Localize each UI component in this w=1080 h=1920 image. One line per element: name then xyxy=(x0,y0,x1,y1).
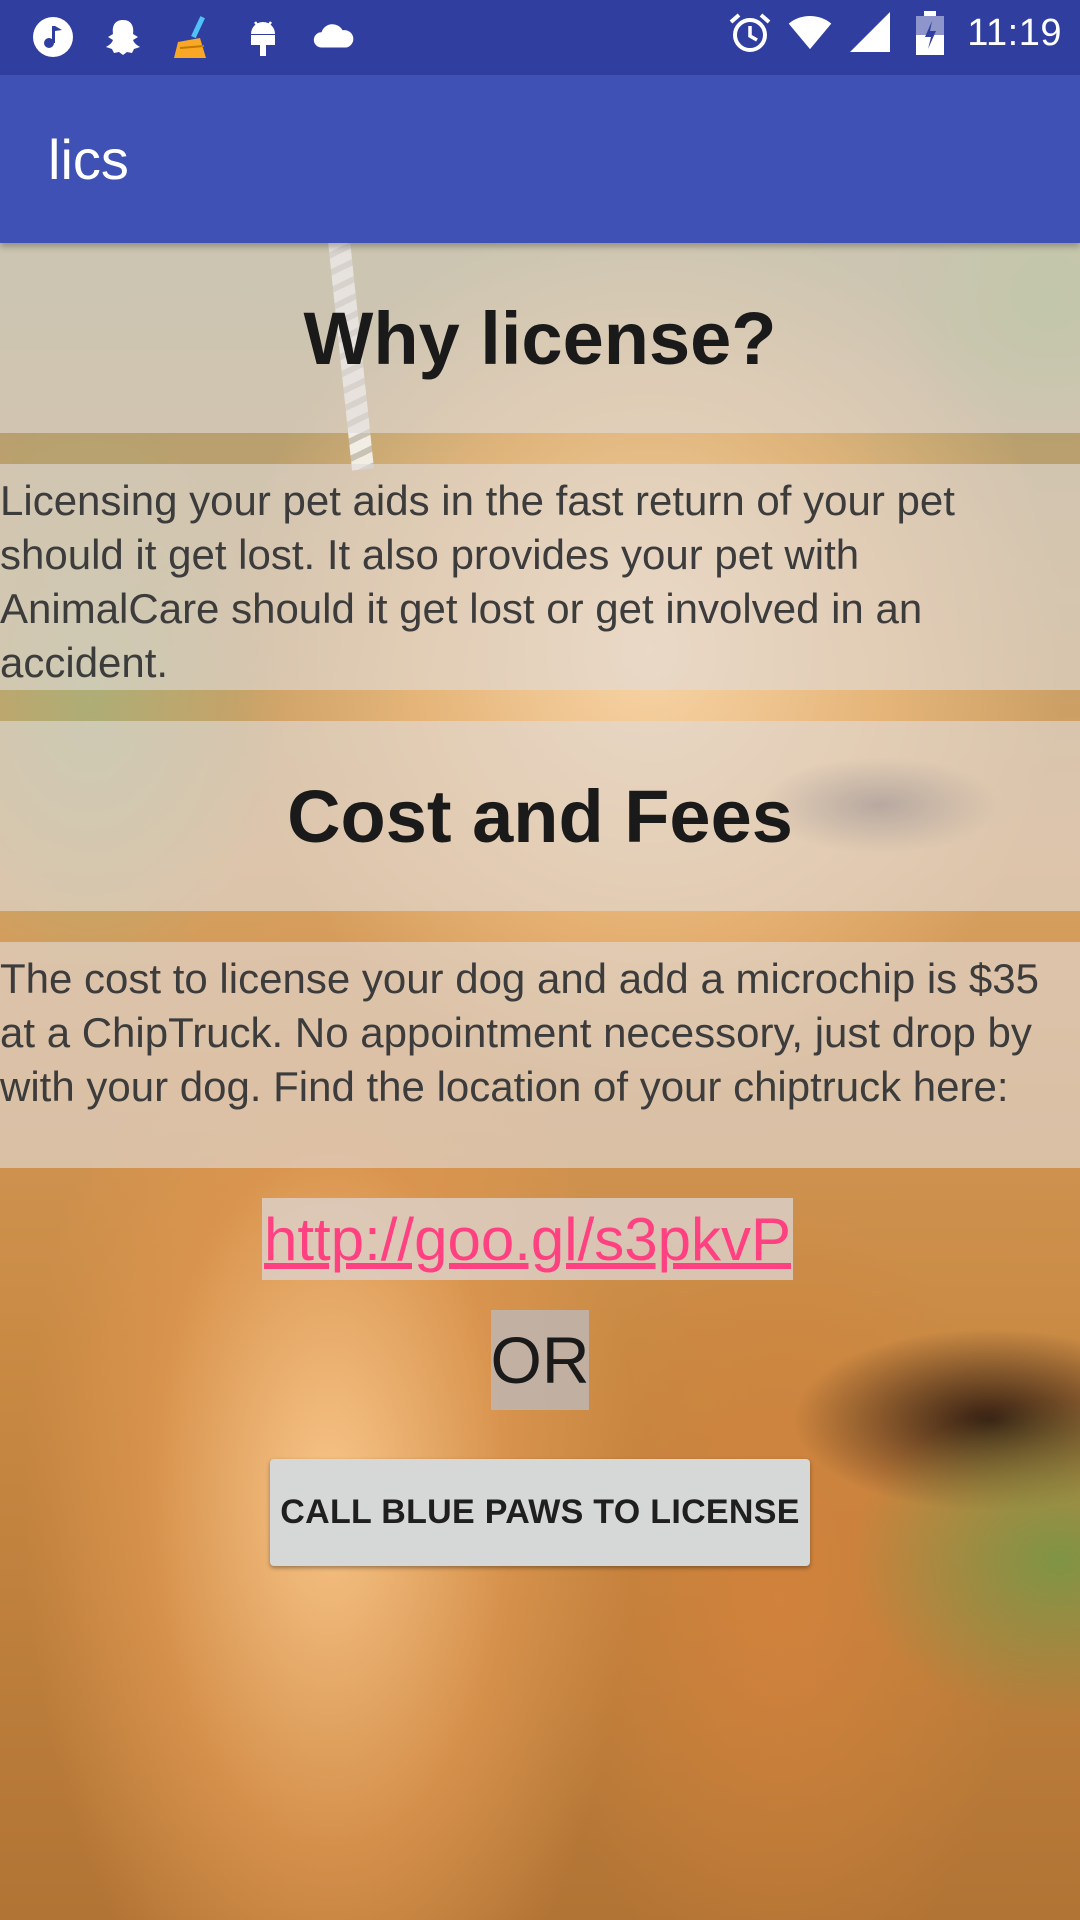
android-debug-icon xyxy=(240,14,286,60)
status-bar: 11:19 xyxy=(0,0,1080,75)
why-license-heading: Why license? xyxy=(303,296,777,380)
why-license-heading-panel: Why license? xyxy=(0,243,1080,433)
app-toolbar: lics xyxy=(0,75,1080,243)
alarm-icon xyxy=(727,10,773,56)
cost-fees-text: The cost to license your dog and add a m… xyxy=(0,955,1039,1110)
cost-fees-heading: Cost and Fees xyxy=(287,774,793,858)
cost-fees-text-panel: The cost to license your dog and add a m… xyxy=(0,942,1080,1168)
status-time: 11:19 xyxy=(967,11,1062,54)
broom-icon xyxy=(170,14,216,60)
cloud-icon xyxy=(310,14,356,60)
cost-fees-heading-panel: Cost and Fees xyxy=(0,721,1080,911)
app-title: lics xyxy=(48,128,129,191)
chiptruck-link-box[interactable]: http://goo.gl/s3pkvP xyxy=(262,1198,793,1280)
chiptruck-location-link[interactable]: http://goo.gl/s3pkvP xyxy=(264,1205,791,1274)
battery-icon xyxy=(907,10,953,56)
why-license-text-panel: Licensing your pet aids in the fast retu… xyxy=(0,464,1080,690)
snapchat-ghost-icon xyxy=(100,14,146,60)
system-indicators: 11:19 xyxy=(727,10,1062,56)
or-label-box: OR xyxy=(490,1310,590,1410)
why-license-text: Licensing your pet aids in the fast retu… xyxy=(0,477,955,686)
call-blue-paws-button[interactable]: CALL BLUE PAWS TO LICENSE xyxy=(270,1459,810,1566)
or-label: OR xyxy=(490,1323,590,1397)
wifi-icon xyxy=(787,10,833,56)
signal-icon xyxy=(847,10,893,56)
music-note-icon xyxy=(30,14,76,60)
notification-icons xyxy=(30,14,356,60)
